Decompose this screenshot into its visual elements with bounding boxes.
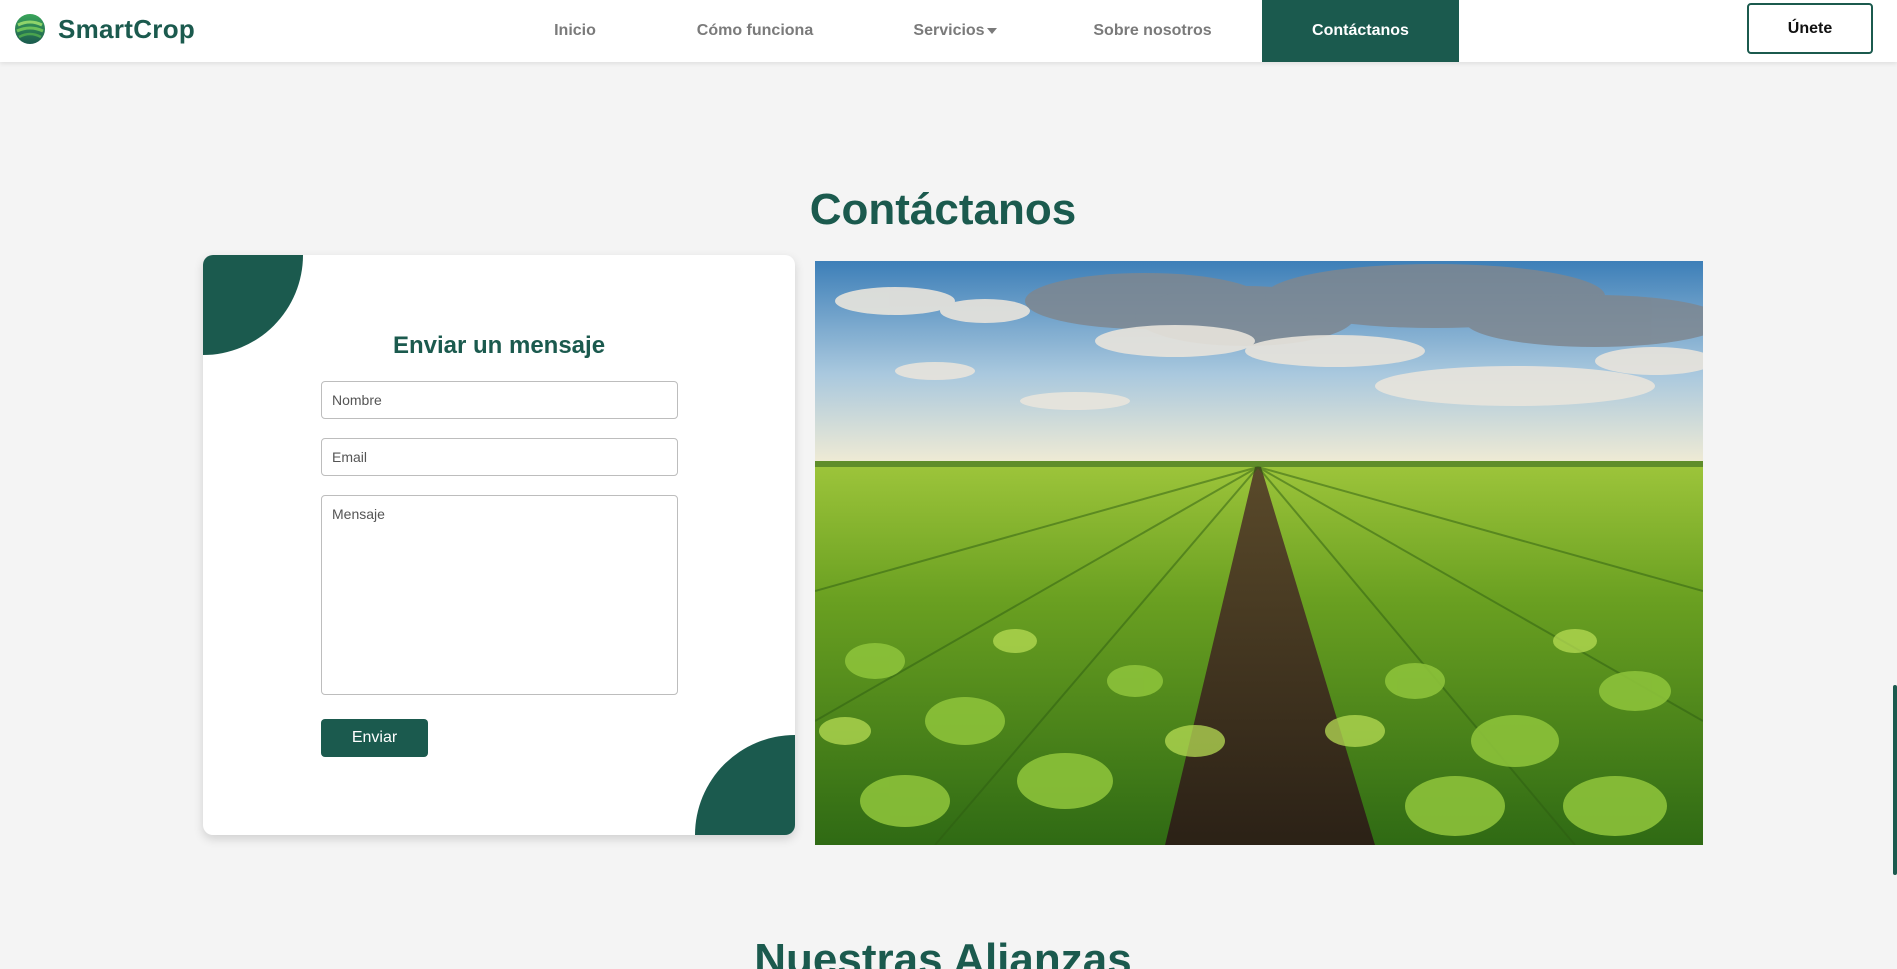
field-photo-illustration [815,261,1703,845]
join-button[interactable]: Únete [1747,3,1873,54]
navbar: SmartCrop Inicio Cómo funciona Servicios… [0,0,1897,62]
chevron-down-icon [986,28,997,34]
form-title: Enviar un mensaje [392,332,606,359]
nav-contactanos[interactable]: Contáctanos [1262,0,1459,62]
contact-section-title: Contáctanos [809,185,1077,234]
decorative-corner-bottom-right [695,735,795,835]
nav-como-funciona[interactable]: Cómo funciona [680,0,830,62]
contact-form-card: Enviar un mensaje Enviar [203,255,795,835]
scrollbar-thumb[interactable] [1893,685,1897,875]
brand-name: SmartCrop [58,13,196,44]
name-input[interactable] [321,381,678,419]
message-textarea[interactable] [321,495,678,695]
nav-servicios[interactable]: Servicios [900,0,1010,62]
nav-sobre-nosotros[interactable]: Sobre nosotros [1080,0,1225,62]
brand-logo[interactable]: SmartCrop [14,13,195,45]
leaf-logo-icon [15,14,45,44]
nav-inicio[interactable]: Inicio [540,0,610,62]
soybean-field-image [815,261,1703,845]
email-input[interactable] [321,438,678,476]
alliances-section-title: Nuestras Alianzas [754,935,1132,969]
send-button[interactable]: Enviar [321,719,428,757]
nav-servicios-label: Servicios [913,22,985,39]
